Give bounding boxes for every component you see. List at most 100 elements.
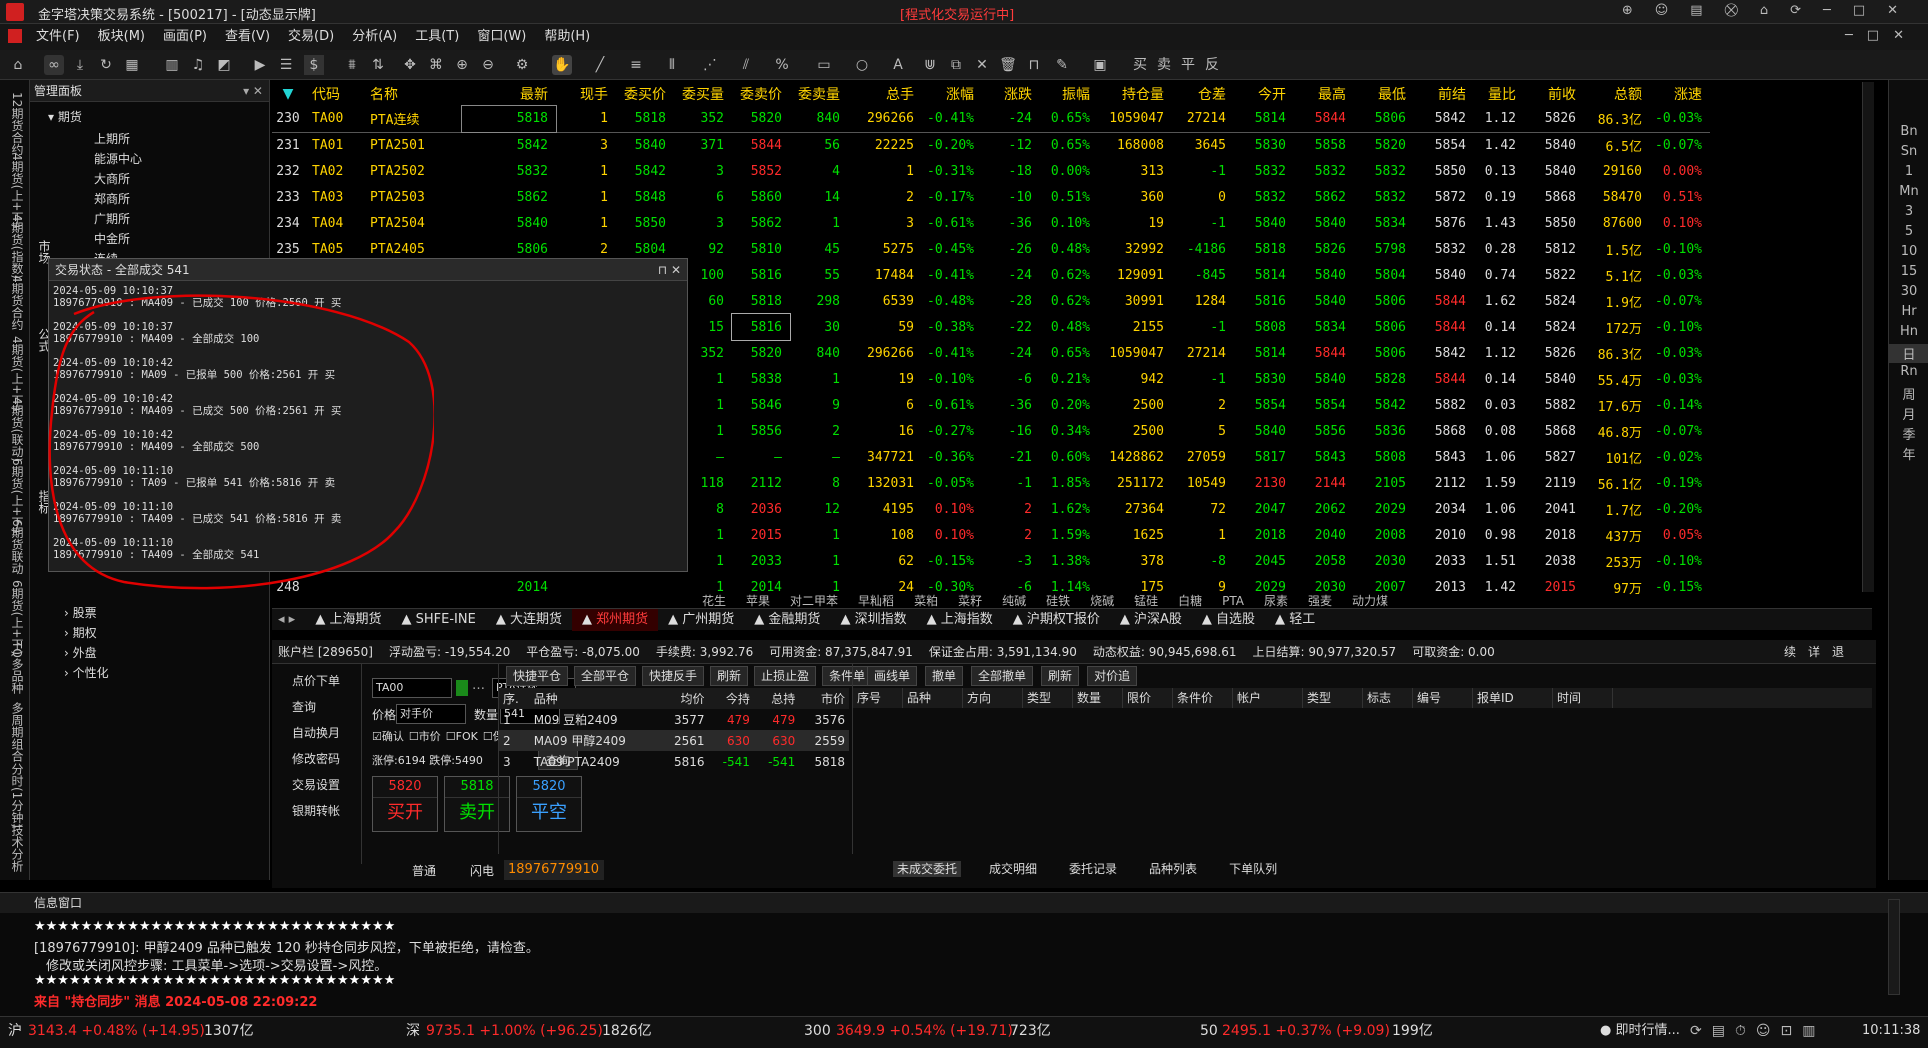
period-button-6[interactable]: 10 (1889, 244, 1928, 259)
delete-icon[interactable]: ✕ (972, 55, 992, 75)
layout-tab-5[interactable]: 4期货(联动) (4, 397, 26, 462)
column-header-17[interactable]: 前结 (1414, 82, 1474, 106)
column-header-9[interactable]: 涨幅 (922, 82, 982, 106)
move-icon[interactable]: ✥ (400, 55, 420, 75)
quote-row[interactable]: 231 TA01 PTA2501 5842 3 5840 371 5844 56 22225 -0.… (272, 132, 1710, 158)
bottom-tab-4[interactable]: 下单队列 (1225, 861, 1281, 877)
trade-menu-item-1[interactable]: 查询 (292, 698, 316, 715)
order-header-2[interactable]: 方向 (963, 688, 1023, 708)
menu-item-1[interactable]: 板块(M) (98, 24, 145, 50)
code-confirm-icon[interactable] (456, 680, 468, 696)
tree-item-2[interactable]: 大商所 (94, 170, 130, 187)
market-tab-11[interactable]: ▲ 轻工 (1265, 609, 1325, 631)
menu-item-3[interactable]: 查看(V) (225, 24, 270, 50)
column-header-16[interactable]: 最低 (1354, 82, 1414, 106)
layout-tab-3[interactable]: 4期货合约 (4, 275, 26, 331)
account-btn-2[interactable]: 退 (1832, 645, 1844, 659)
tree-bottom-item-0[interactable]: › 股票 (64, 604, 97, 621)
panel-controls[interactable]: ▾ ✕ (243, 80, 263, 102)
grid-icon[interactable]: ▦ (122, 55, 142, 75)
order-btn-1[interactable]: 撤单 (925, 666, 964, 686)
tree-item-5[interactable]: 中金所 (94, 230, 130, 247)
order-header-3[interactable]: 类型 (1023, 688, 1073, 708)
column-header-6[interactable]: 委卖价 (732, 82, 790, 106)
fib-tool-icon[interactable]: ⫽ (736, 55, 756, 75)
info-scrollbar[interactable] (1888, 899, 1900, 995)
column-header-12[interactable]: 持仓量 (1098, 82, 1172, 106)
settings-icon[interactable]: ⚙ (512, 55, 532, 75)
pos-header-4[interactable]: 总持 (754, 688, 799, 709)
order-header-6[interactable]: 条件价 (1173, 688, 1233, 708)
copy-icon[interactable]: ⧉ (946, 55, 966, 75)
position-btn-1[interactable]: 全部平仓 (574, 666, 637, 686)
commodity-label-0[interactable]: 花生 (702, 594, 726, 608)
account-btn-1[interactable]: 详 (1808, 645, 1820, 659)
period-button-14[interactable]: 月 (1889, 404, 1928, 423)
period-button-11[interactable]: 日 (1889, 344, 1928, 363)
sort-icon[interactable]: ⇅ (368, 55, 388, 75)
list-icon[interactable]: ☰ (276, 55, 296, 75)
market-tab-10[interactable]: ▲ 自选股 (1192, 609, 1265, 631)
link-icon[interactable]: ∞ (44, 55, 64, 75)
mdi-controls[interactable]: ─□✕ (1845, 28, 1918, 43)
order-header-9[interactable]: 标志 (1363, 688, 1413, 708)
pen-icon[interactable]: ✎ (1052, 55, 1072, 75)
menu-item-4[interactable]: 交易(D) (288, 24, 334, 50)
order-btn-3[interactable]: 刷新 (1041, 666, 1080, 686)
column-header-1[interactable]: 名称 (370, 82, 462, 106)
period-button-12[interactable]: Rn (1889, 364, 1928, 379)
price-type-select[interactable]: 对手价 (396, 704, 466, 724)
tree-root[interactable]: ▾ 期货 (48, 108, 82, 125)
menu-item-0[interactable]: 文件(F) (36, 24, 80, 50)
column-header-5[interactable]: 委买量 (674, 82, 732, 106)
filter-icon[interactable]: ⩩ (342, 55, 362, 75)
text-tool-icon[interactable]: A (888, 55, 908, 75)
play-icon[interactable]: ▶ (250, 55, 270, 75)
chart-icon[interactable]: ◩ (214, 55, 234, 75)
account-btn-0[interactable]: 续 (1784, 645, 1796, 659)
position-row[interactable]: 1 M09 豆粕2409 3577 479 479 3576 (499, 709, 849, 730)
market-tab-8[interactable]: ▲ 沪期权T报价 (1003, 609, 1110, 631)
layout-tab-9[interactable]: TQ多品种 (4, 641, 26, 694)
tabs-scroll-left-icon[interactable]: ◂ ▸ (272, 612, 301, 627)
trade-menu-item-0[interactable]: 点价下单 (292, 672, 340, 689)
column-header-11[interactable]: 振幅 (1040, 82, 1098, 106)
commodity-label-13[interactable]: 强麦 (1308, 594, 1332, 608)
menu-item-2[interactable]: 画面(P) (163, 24, 207, 50)
tree-item-4[interactable]: 广期所 (94, 210, 130, 227)
layout-tab-2[interactable]: 4期货(指数) (4, 214, 26, 279)
pos-header-0[interactable]: 序. (499, 688, 530, 709)
bottom-tab-1[interactable]: 成交明细 (985, 861, 1041, 877)
period-button-9[interactable]: Hr (1889, 304, 1928, 319)
pos-header-3[interactable]: 今持 (708, 688, 753, 709)
commodity-label-2[interactable]: 对二甲苯 (790, 594, 838, 608)
column-header-2[interactable]: 最新 (462, 82, 556, 106)
column-header-14[interactable]: 今开 (1234, 82, 1294, 106)
commodity-label-11[interactable]: PTA (1222, 594, 1244, 608)
quote-row[interactable]: 232 TA02 PTA2502 5832 1 5842 3 5852 4 1 -0.31% -18 0… (272, 158, 1710, 184)
market-tab-4[interactable]: ▲ 广州期货 (658, 609, 744, 631)
sell-button[interactable]: 卖 (1154, 55, 1174, 75)
position-btn-0[interactable]: 快捷平仓 (506, 666, 569, 686)
period-button-1[interactable]: Sn (1889, 144, 1928, 159)
option-check-1[interactable]: ☐市价 (409, 730, 441, 743)
period-button-4[interactable]: 3 (1889, 204, 1928, 219)
column-header-3[interactable]: 现手 (556, 82, 616, 106)
fan-tool-icon[interactable]: ⋰ (700, 55, 720, 75)
column-header-15[interactable]: 最高 (1294, 82, 1354, 106)
mode-tab-0[interactable]: 普通 (408, 863, 440, 879)
period-button-10[interactable]: Hn (1889, 324, 1928, 339)
commodity-label-9[interactable]: 锰硅 (1134, 594, 1158, 608)
menu-item-7[interactable]: 窗口(W) (477, 24, 526, 50)
order-btn-2[interactable]: 全部撤单 (971, 666, 1034, 686)
cross-icon[interactable]: ⌘ (426, 55, 446, 75)
layout-tab-10[interactable]: 多周期组合 (4, 702, 26, 762)
column-header-0[interactable]: 代码 (312, 82, 370, 106)
tree-item-1[interactable]: 能源中心 (94, 150, 142, 167)
alarm-icon[interactable]: ♫ (188, 55, 208, 75)
zoom-out-icon[interactable]: ⊖ (478, 55, 498, 75)
zoom-in-icon[interactable]: ⊕ (452, 55, 472, 75)
layout-tab-0[interactable]: 12期货合约 (4, 92, 26, 155)
quote-scrollbar[interactable] (1862, 82, 1874, 592)
column-header-20[interactable]: 总额 (1584, 82, 1650, 106)
